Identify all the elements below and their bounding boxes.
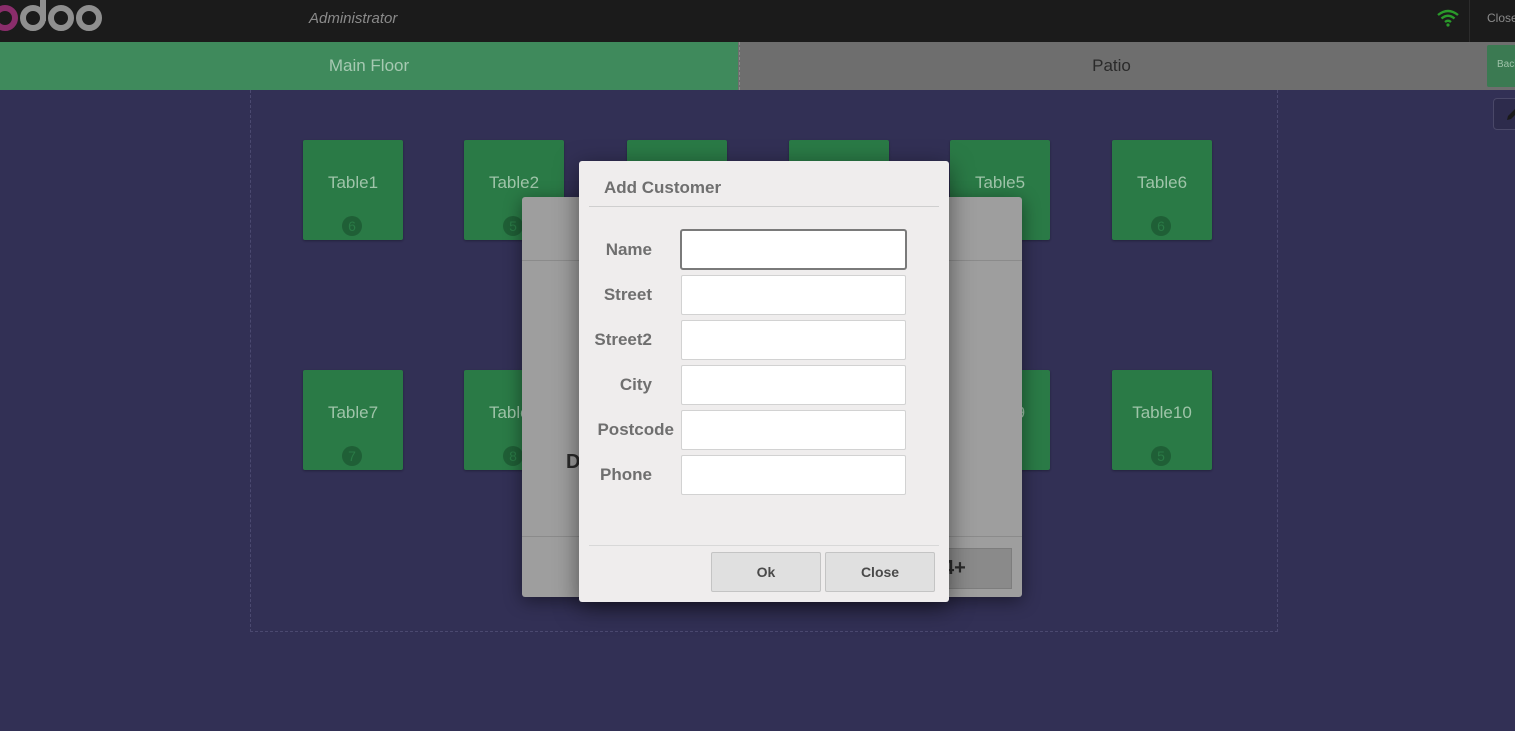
table-name: Table1 <box>327 173 379 192</box>
name-field[interactable] <box>680 229 907 270</box>
city-field[interactable] <box>681 365 906 405</box>
odoo-logo <box>0 0 104 34</box>
city-label: City <box>619 375 652 394</box>
close-session-button[interactable]: Close <box>1487 11 1515 25</box>
table-name: Table5 <box>974 173 1026 192</box>
back-button[interactable]: Back <box>1487 45 1515 87</box>
street2-label: Street2 <box>594 330 652 349</box>
topbar-divider <box>1469 0 1470 42</box>
table-seats: 5 <box>503 216 523 236</box>
postcode-label: Postcode <box>597 420 674 439</box>
street2-field[interactable] <box>681 320 906 360</box>
phone-field[interactable] <box>681 455 906 495</box>
table-seats: 6 <box>1151 216 1171 236</box>
table-seats: 8 <box>503 446 523 466</box>
floor-tab-patio[interactable]: Patio <box>739 42 1483 90</box>
table[interactable]: Table10 5 <box>1112 370 1212 470</box>
pencil-icon <box>1507 109 1515 120</box>
name-label: Name <box>605 240 652 259</box>
table[interactable]: Table6 6 <box>1112 140 1212 240</box>
street-label: Street <box>603 285 652 304</box>
dialog-title: Add Customer <box>604 178 722 197</box>
table-seats: 6 <box>342 216 362 236</box>
edit-floor-button[interactable] <box>1493 98 1515 130</box>
postcode-field[interactable] <box>681 410 906 450</box>
table-name: Table10 <box>1132 403 1192 422</box>
top-bar: Administrator Close <box>0 0 1515 42</box>
floor-tab-main-floor[interactable]: Main Floor <box>0 42 738 90</box>
ok-button[interactable]: Ok <box>711 552 821 592</box>
street-field[interactable] <box>681 275 906 315</box>
table-name: Table7 <box>327 403 379 422</box>
table-name: Table2 <box>488 173 540 192</box>
phone-label: Phone <box>600 465 652 484</box>
add-customer-dialog: Add Customer Name Street Street2 City Po… <box>579 161 949 602</box>
floor-selector: Main Floor Patio Back <box>0 42 1515 90</box>
table-seats: 5 <box>1151 446 1171 466</box>
username: Administrator <box>309 10 398 27</box>
table[interactable]: Table7 7 <box>303 370 403 470</box>
table-name: Table6 <box>1136 173 1188 192</box>
close-button[interactable]: Close <box>825 552 935 592</box>
table-seats: 7 <box>342 446 362 466</box>
table[interactable]: Table1 6 <box>303 140 403 240</box>
wifi-icon <box>1437 9 1459 27</box>
